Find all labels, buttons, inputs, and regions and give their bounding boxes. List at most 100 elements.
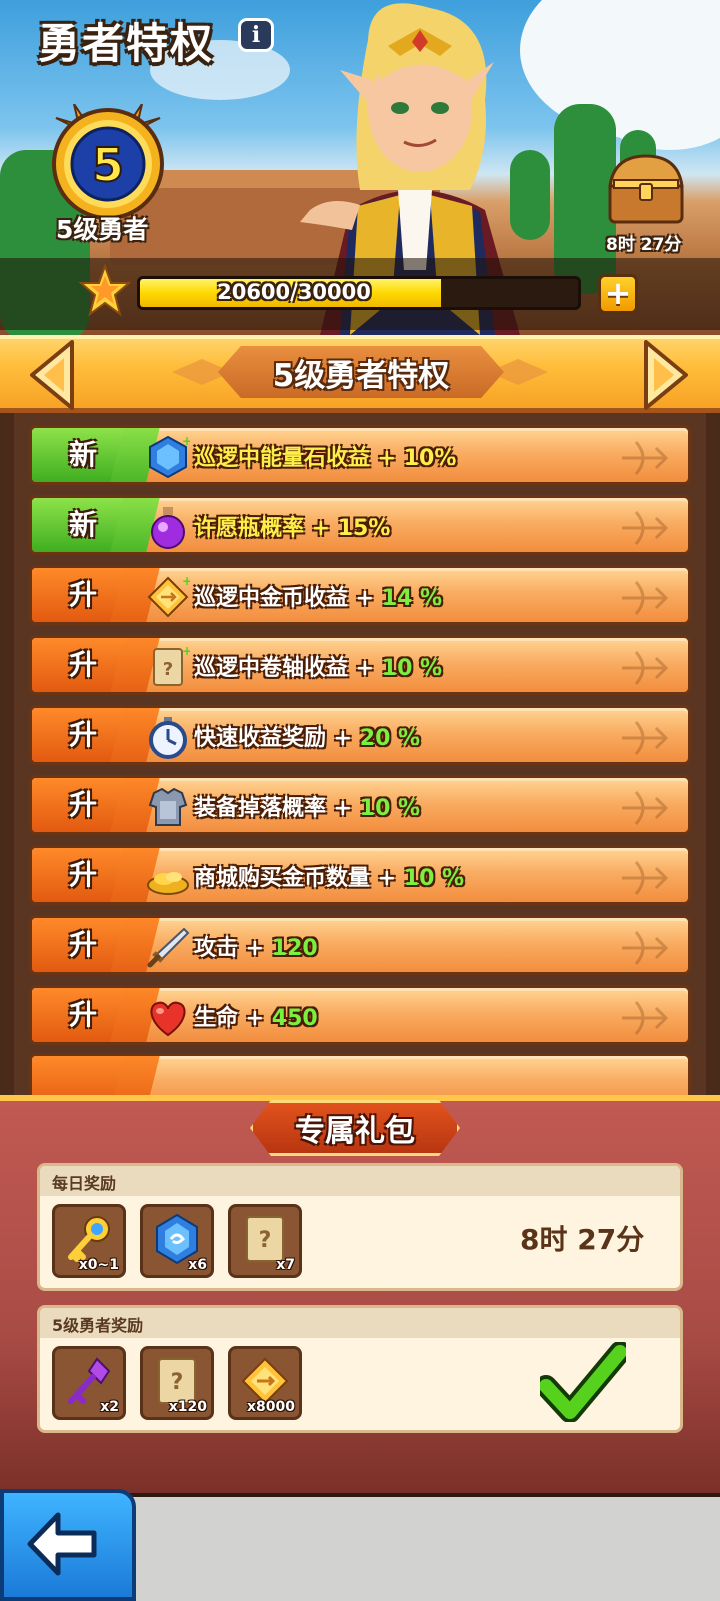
reward-item-gold-coin[interactable]: x8000 (228, 1346, 302, 1420)
privilege-row: 升 生命 + 450 (29, 985, 691, 1045)
bow-watermark-icon (622, 791, 668, 825)
reward-count: x8000 (247, 1399, 295, 1415)
reward-count: x120 (168, 1399, 207, 1415)
reward-item-purple-key[interactable]: x2 (52, 1346, 126, 1420)
privilege-label: 快速收益奖励 + (194, 726, 360, 751)
svg-text:?: ? (259, 1228, 272, 1253)
upgrade-tag: 升 (32, 778, 134, 832)
add-xp-button[interactable]: + (598, 274, 638, 314)
privilege-text: 巡逻中金币收益 + 14 % (194, 580, 442, 612)
bow-watermark-icon (622, 721, 668, 755)
privilege-text: 许愿瓶概率 + 15% (194, 510, 390, 542)
privilege-label: 攻击 + (194, 936, 272, 961)
bow-watermark-icon (622, 1001, 668, 1035)
privilege-row: 升 攻击 + 120 (29, 915, 691, 975)
row-tag (32, 1056, 134, 1095)
privilege-text: 快速收益奖励 + 20 % (194, 720, 420, 752)
reward-item-gold-key[interactable]: x0~1 (52, 1204, 126, 1278)
scroll-icon: ?+ (153, 645, 190, 686)
bow-watermark-icon (622, 861, 668, 895)
privilege-text: 攻击 + 120 (194, 930, 318, 962)
new-tag: 新 (32, 428, 134, 482)
upgrade-tag: 升 (32, 638, 134, 692)
privilege-label: 巡逻中卷轴收益 + (194, 656, 382, 681)
privilege-row: 升?+巡逻中卷轴收益 + 10 % (29, 635, 691, 695)
xp-star-icon (78, 264, 132, 317)
daily-reward-card: 每日奖励 x0~1 x6 ? x7 8时 27分 (37, 1163, 683, 1291)
level-number: 5 (92, 138, 124, 192)
privilege-row: 新 + 巡逻中能量石收益 + 10% (29, 425, 691, 485)
privilege-row: 升 装备掉落概率 + 10 % (29, 775, 691, 835)
gold-coin-icon: + (147, 575, 190, 618)
treasure-chest-icon[interactable] (604, 150, 688, 226)
svg-text:+: + (182, 575, 190, 588)
privilege-label: 巡逻中金币收益 + (194, 586, 382, 611)
privilege-row: 升 快速收益奖励 + 20 % (29, 705, 691, 765)
armor-icon (148, 787, 188, 826)
banner-title: 5级勇者特权 (272, 358, 450, 394)
back-button[interactable] (0, 1489, 136, 1601)
new-tag: 新 (32, 498, 134, 552)
privilege-label: 巡逻中能量石收益 + 10% (194, 446, 457, 471)
level-reward-label: 5级勇者奖励 (52, 1316, 144, 1335)
bow-watermark-icon (622, 651, 668, 685)
sword-icon (147, 927, 190, 968)
reward-count: x2 (100, 1399, 119, 1415)
svg-text:+: + (182, 645, 190, 658)
heart-icon (150, 1001, 186, 1037)
privilege-label: 许愿瓶概率 + 15% (194, 516, 391, 541)
back-arrow-icon (27, 1512, 97, 1576)
bow-watermark-icon (622, 441, 668, 475)
daily-reward-label: 每日奖励 (52, 1174, 117, 1193)
arrow-left-icon[interactable] (28, 340, 76, 410)
privilege-text: 生命 + 450 (194, 1000, 318, 1032)
privilege-label: 生命 + (194, 1006, 272, 1031)
upgrade-tag: 升 (32, 708, 134, 762)
gift-title: 专属礼包 (295, 1114, 415, 1149)
reward-item-scroll[interactable]: ? x7 (228, 1204, 302, 1278)
privilege-row-partial (29, 1053, 691, 1095)
svg-text:?: ? (163, 659, 173, 680)
card-header (40, 1166, 680, 1196)
privilege-list[interactable]: 新+巡逻中能量石收益 + 10%新许愿瓶概率 + 15%升+巡逻中金币收益 + … (0, 413, 720, 1095)
upgrade-tag: 升 (32, 988, 134, 1042)
stopwatch-icon (149, 717, 187, 759)
privilege-value: 10 % (359, 796, 421, 821)
privilege-label: 装备掉落概率 + (194, 796, 360, 821)
bow-watermark-icon (622, 931, 668, 965)
reward-item-energy-stone[interactable]: x6 (140, 1204, 214, 1278)
privilege-row: 升 + 巡逻中金币收益 + 14 % (29, 565, 691, 625)
svg-text:+: + (182, 435, 190, 448)
reward-item-scroll[interactable]: ? x120 (140, 1346, 214, 1420)
info-icon[interactable]: i (238, 18, 274, 52)
privilege-row: 升 商城购买金币数量 + 10 % (29, 845, 691, 905)
privilege-value: 10 % (381, 656, 443, 681)
level-caption: 5级勇者 (56, 215, 149, 244)
privilege-value: 10 % (403, 866, 465, 891)
level-reward-card: 5级勇者奖励 x2 ? x120 x8000 (37, 1305, 683, 1433)
reward-count: x6 (188, 1257, 207, 1273)
chest-timer: 8时 27分 (606, 235, 682, 255)
privilege-text: 巡逻中能量石收益 + 10% (194, 440, 456, 472)
daily-reward-timer: 8时 27分 (520, 1223, 645, 1256)
privilege-value: 14 % (381, 586, 443, 611)
privilege-value: 450 (271, 1006, 318, 1031)
privilege-text: 巡逻中卷轴收益 + 10 % (194, 650, 442, 682)
arrow-right-icon[interactable] (642, 340, 690, 410)
upgrade-tag: 升 (32, 918, 134, 972)
xp-progress-text: 20600/30000 (217, 280, 371, 304)
page-title: 勇者特权 (38, 19, 215, 68)
energy-stone-icon: + (149, 435, 190, 479)
xp-progress-bar: 20600/30000 (137, 276, 581, 310)
checkmark-icon (540, 1342, 626, 1422)
upgrade-tag: 升 (32, 568, 134, 622)
bow-watermark-icon (622, 511, 668, 545)
reward-count: x0~1 (78, 1257, 119, 1273)
wish-bottle-icon (151, 507, 185, 549)
reward-count: x7 (276, 1257, 295, 1273)
upgrade-tag: 升 (32, 848, 134, 902)
privilege-value: 20 % (359, 726, 421, 751)
level-badge: 5 (52, 104, 164, 220)
privilege-value: 120 (271, 936, 318, 961)
privilege-label: 商城购买金币数量 + (194, 866, 404, 891)
